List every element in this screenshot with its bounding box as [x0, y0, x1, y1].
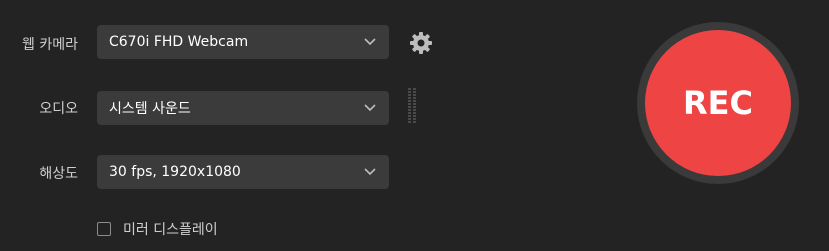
chevron-down-icon [363, 165, 377, 179]
mirror-display-checkbox[interactable] [97, 222, 111, 236]
audio-label: 오디오 [39, 101, 78, 117]
resolution-label: 해상도 [39, 166, 78, 182]
audio-select-value: 시스템 사운드 [109, 101, 191, 117]
chevron-down-icon [363, 35, 377, 49]
record-button-ring: REC [637, 22, 799, 184]
resolution-select[interactable]: 30 fps, 1920x1080 [97, 155, 389, 189]
audio-level-meter-icon [408, 88, 418, 124]
webcam-select[interactable]: C670i FHD Webcam [97, 25, 389, 59]
resolution-select-value: 30 fps, 1920x1080 [109, 164, 241, 180]
record-button-label: REC [683, 84, 753, 122]
audio-select[interactable]: 시스템 사운드 [97, 91, 389, 125]
chevron-down-icon [363, 101, 377, 115]
record-button[interactable]: REC [645, 30, 791, 176]
mirror-display-option[interactable]: 미러 디스플레이 [97, 219, 218, 239]
webcam-label: 웹 카메라 [22, 37, 78, 53]
gear-icon[interactable] [408, 30, 434, 56]
mirror-display-label: 미러 디스플레이 [123, 222, 218, 238]
webcam-select-value: C670i FHD Webcam [109, 34, 249, 50]
